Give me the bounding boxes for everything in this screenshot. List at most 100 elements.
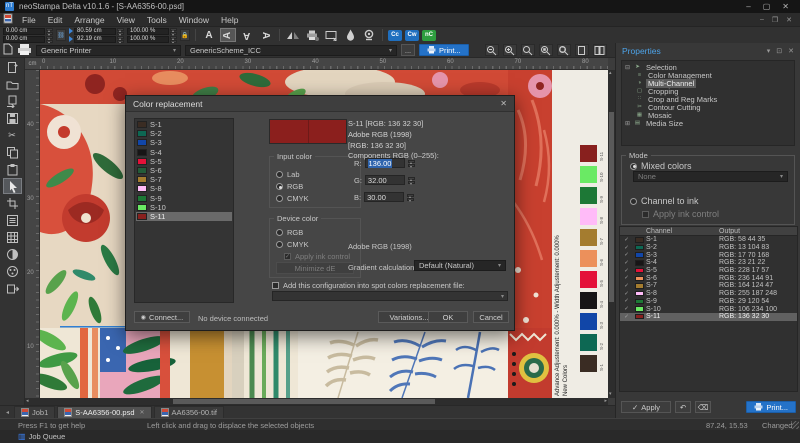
height-field[interactable]: 92.19 cm	[74, 36, 116, 43]
tab-close-icon[interactable]: ✕	[140, 409, 145, 416]
gradient-calculation-select[interactable]: Default (Natural)▾	[414, 260, 506, 271]
channel-row[interactable]: ✓S-4RGB: 23 21 22	[620, 259, 797, 267]
row-checkbox[interactable]: ✓	[620, 245, 633, 251]
mirror-icon[interactable]	[285, 28, 301, 42]
zoom-out-button[interactable]	[485, 44, 499, 56]
channel-row[interactable]: ✓S-9RGB: 29 120 54	[620, 298, 797, 306]
row-checkbox[interactable]: ✓	[620, 306, 633, 312]
mixed-colors-select[interactable]: None▾	[633, 171, 788, 182]
copy-button[interactable]	[3, 144, 22, 160]
dialog-color-row[interactable]: S-1	[136, 120, 232, 129]
menu-arrange[interactable]: Arrange	[68, 15, 110, 25]
job-queue-bar[interactable]: ▥ Job Queue	[0, 430, 800, 443]
device-cmyk-radio[interactable]: CMYK	[276, 240, 309, 249]
color-palette-button[interactable]	[3, 263, 22, 279]
menu-tools[interactable]: Tools	[141, 15, 173, 25]
g-stepper[interactable]	[408, 177, 415, 184]
r-stepper[interactable]	[408, 160, 415, 167]
row-checkbox[interactable]: ✓	[620, 314, 633, 320]
r-field[interactable]: 136.00	[365, 158, 405, 168]
channel-row[interactable]: ✓S-7RGB: 164 124 47	[620, 282, 797, 290]
channel-row[interactable]: ✓S-6RGB: 236 144 91	[620, 274, 797, 282]
dialog-color-row[interactable]: S-5	[136, 157, 232, 166]
layers-button[interactable]	[3, 212, 22, 228]
width-stepper[interactable]	[117, 28, 124, 35]
dialog-color-row[interactable]: S-9	[136, 194, 232, 203]
scale-y-field[interactable]: 100.00 %	[127, 36, 169, 43]
scale-x-field[interactable]: 100.00 %	[127, 28, 169, 35]
row-checkbox[interactable]: ✓	[620, 291, 633, 297]
window-minimize-button[interactable]: –	[746, 2, 750, 11]
zoom-100-button[interactable]	[521, 44, 535, 56]
layout-frame-icon[interactable]	[323, 28, 339, 42]
menu-window[interactable]: Window	[173, 15, 215, 25]
channel-row[interactable]: ✓S-8RGB: 255 187 248	[620, 290, 797, 298]
apply-ink-control-checkbox[interactable]: Apply ink control	[642, 209, 719, 219]
paste-button[interactable]	[3, 161, 22, 177]
dialog-color-row[interactable]: S-3	[136, 138, 232, 147]
g-field[interactable]: 32.00	[365, 175, 405, 185]
profile-badge-cc[interactable]: Cc	[388, 30, 402, 41]
vertical-scrollbar[interactable]: ▴ ▾	[608, 70, 615, 398]
rotate-180-button[interactable]: A	[239, 28, 255, 42]
dialog-color-row[interactable]: S-11	[136, 212, 232, 221]
channel-row[interactable]: ✓S-10RGB: 106 234 100	[620, 305, 797, 313]
panel-pin-icon[interactable]: ⊡	[776, 47, 782, 55]
profile-badge-cw[interactable]: Cw	[405, 30, 419, 41]
dialog-apply-ink-checkbox[interactable]: ✓Apply ink control	[284, 252, 350, 261]
mixed-colors-radio[interactable]: Mixed colors	[630, 161, 692, 171]
mdi-close-button[interactable]: ✕	[786, 16, 792, 24]
tree-item-media-size[interactable]: ⊞▤Media Size	[624, 119, 792, 127]
open-file-button[interactable]	[3, 76, 22, 92]
position-x-stepper[interactable]	[46, 28, 53, 35]
tab-scroll-left-button[interactable]: ◂	[3, 409, 12, 416]
panel-print-button[interactable]: Print...	[746, 401, 796, 413]
row-checkbox[interactable]: ✓	[620, 260, 633, 266]
panel-close-icon[interactable]: ✕	[788, 47, 794, 55]
new-document-button[interactable]	[3, 59, 22, 75]
rotate-90-button[interactable]: A	[220, 28, 236, 42]
single-page-view-button[interactable]	[575, 44, 589, 56]
scale-y-stepper[interactable]	[170, 36, 177, 43]
dialog-title-bar[interactable]: Color replacement ✕	[126, 96, 514, 112]
b-stepper[interactable]	[407, 194, 414, 201]
zoom-in-button[interactable]	[503, 44, 517, 56]
row-checkbox[interactable]: ✓	[620, 283, 633, 289]
tile-grid-button[interactable]	[3, 229, 22, 245]
expand-icon[interactable]: ⊞	[624, 120, 631, 127]
ok-button[interactable]: OK	[428, 311, 468, 323]
select-tool-button[interactable]	[3, 178, 22, 194]
cancel-button[interactable]: Cancel	[473, 311, 509, 323]
mdi-minimize-button[interactable]: –	[760, 16, 764, 24]
dialog-color-row[interactable]: S-8	[136, 184, 232, 193]
row-checkbox[interactable]: ✓	[620, 298, 633, 304]
position-y-stepper[interactable]	[46, 36, 53, 43]
position-y-field[interactable]: 0.00 cm	[3, 36, 45, 43]
b-field[interactable]: 30.00	[364, 192, 404, 202]
contrast-button[interactable]	[3, 246, 22, 262]
channel-row[interactable]: ✓S-2RGB: 13 104 83	[620, 244, 797, 252]
collapse-icon[interactable]: ⊟	[624, 64, 631, 71]
lab-radio[interactable]: Lab	[276, 170, 300, 179]
spectrophotometer-icon[interactable]	[361, 28, 377, 42]
row-checkbox[interactable]: ✓	[620, 275, 633, 281]
cut-button[interactable]: ✂	[3, 127, 22, 143]
dialog-color-row[interactable]: S-10	[136, 203, 232, 212]
channel-row[interactable]: ✓S-11RGB: 136 32 30	[620, 313, 797, 321]
row-checkbox[interactable]: ✓	[620, 252, 633, 258]
channel-to-ink-radio[interactable]: Channel to ink	[630, 196, 699, 206]
device-rgb-radio[interactable]: RGB	[276, 228, 303, 237]
zoom-selection-button[interactable]	[557, 44, 571, 56]
rgb-radio[interactable]: RGB	[276, 182, 303, 191]
scheme-select[interactable]: GenericScheme_ICC▾	[185, 45, 397, 56]
dialog-color-row[interactable]: S-4	[136, 148, 232, 157]
vertical-scroll-thumb[interactable]	[609, 112, 614, 302]
channel-row[interactable]: ✓S-3RGB: 17 70 168	[620, 251, 797, 259]
resize-grip[interactable]	[791, 421, 799, 429]
height-stepper[interactable]	[117, 36, 124, 43]
dialog-color-row[interactable]: S-7	[136, 175, 232, 184]
spot-colors-file-field[interactable]: ▾	[272, 291, 508, 301]
mdi-restore-button[interactable]: ❐	[772, 16, 778, 24]
lock-aspect-button[interactable]: 🔒	[180, 29, 190, 41]
tab-job1[interactable]: Job1	[14, 406, 55, 418]
